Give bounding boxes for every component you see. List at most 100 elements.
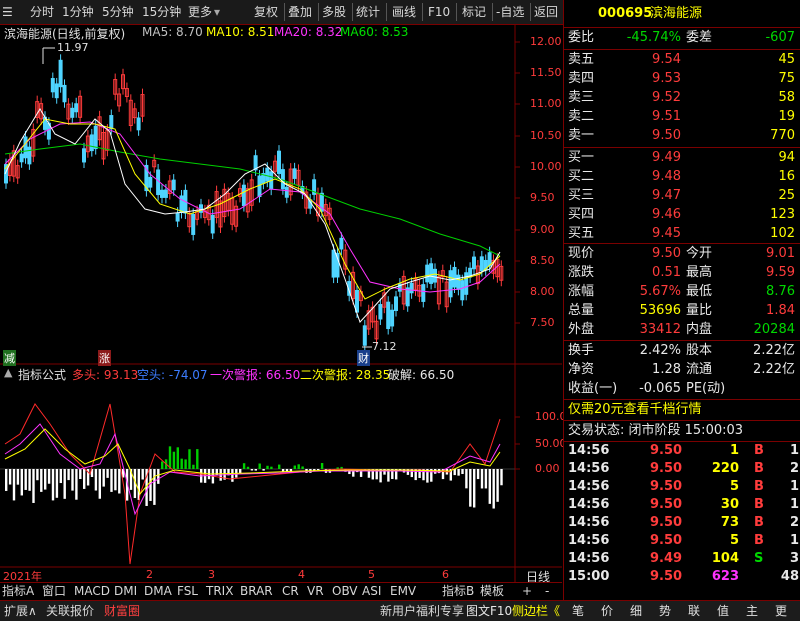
- bid-level[interactable]: 买五9.45102: [564, 224, 800, 244]
- chevron-down-icon[interactable]: ▾: [214, 4, 220, 20]
- weibi-row: 委比 -45.74% 委差 -607: [564, 28, 800, 48]
- ask-level[interactable]: 卖三9.5258: [564, 88, 800, 108]
- tick-row: 15:009.5062348: [564, 568, 800, 586]
- ask-level[interactable]: 卖二9.5119: [564, 107, 800, 127]
- bid-level[interactable]: 买一9.4994: [564, 148, 800, 168]
- stat-row: 涨幅5.67%最低8.76: [564, 282, 800, 302]
- toolbar-item-5min[interactable]: 5分钟: [102, 4, 134, 20]
- panel-tab[interactable]: 主: [746, 603, 758, 619]
- y-label: 11.00: [530, 97, 562, 110]
- tab-fsl[interactable]: FSL: [177, 583, 198, 599]
- promo-link[interactable]: 仅需20元查看千档行情: [564, 400, 800, 420]
- tab-cr[interactable]: CR: [282, 583, 299, 599]
- fin-row: 换手2.42%股本2.22亿: [564, 341, 800, 361]
- tag-cai[interactable]: 财: [357, 350, 370, 366]
- stock-name: 滨海能源: [650, 2, 702, 26]
- panel-tab[interactable]: 值: [717, 603, 729, 619]
- y-label: 11.50: [530, 66, 562, 79]
- tab-remove[interactable]: -: [545, 583, 549, 599]
- stat-row: 总量53696量比1.84: [564, 301, 800, 321]
- panel-tab[interactable]: 更: [775, 603, 787, 619]
- indicator-duotou: 多头: 93.13: [72, 366, 138, 383]
- indicator-collapse-icon[interactable]: ▲: [4, 366, 12, 379]
- bid-level[interactable]: 买二9.4816: [564, 167, 800, 187]
- tab-obv[interactable]: OBV: [332, 583, 358, 599]
- x-axis-month: 2: [146, 568, 153, 581]
- price-low-marker: 7.12: [372, 340, 397, 353]
- candlesticks: [5, 54, 503, 351]
- indicator-alarm2-line: [5, 429, 500, 494]
- tab-indicator-b[interactable]: 指标B: [442, 583, 474, 599]
- toolbar-item-more[interactable]: 更多: [188, 4, 212, 20]
- panel-tab[interactable]: 势: [659, 603, 671, 619]
- tab-dma[interactable]: DMA: [144, 583, 172, 599]
- ask-level[interactable]: 卖一9.50770: [564, 126, 800, 146]
- y-label: 8.00: [530, 285, 555, 298]
- tag-zhang[interactable]: 涨: [98, 350, 111, 366]
- status-sidebar[interactable]: 侧边栏《: [512, 603, 560, 619]
- x-axis-month: 5: [368, 568, 375, 581]
- bid-level[interactable]: 买三9.4725: [564, 186, 800, 206]
- trade-state: 交易状态: 闭市阶段 15:00:03: [564, 421, 800, 441]
- tag-jian[interactable]: 减: [3, 350, 16, 366]
- tab-dmi[interactable]: DMI: [114, 583, 137, 599]
- ma5-line: [5, 109, 500, 322]
- toolbar-item-duogu[interactable]: 多股: [322, 4, 346, 20]
- toolbar-item-back[interactable]: 返回: [534, 4, 558, 20]
- y-label: 9.50: [530, 191, 555, 204]
- tab-asi[interactable]: ASI: [362, 583, 381, 599]
- status-new-user[interactable]: 新用户福利专享: [380, 603, 464, 619]
- tab-brar[interactable]: BRAR: [240, 583, 273, 599]
- y-label: 8.50: [530, 254, 555, 267]
- status-wealth-circle[interactable]: 财富圈: [104, 603, 140, 619]
- indicator-histogram: [5, 446, 503, 508]
- tab-indicator-a[interactable]: 指标A: [2, 583, 34, 599]
- toolbar-item-diejia[interactable]: 叠加: [288, 4, 312, 20]
- panel-tab[interactable]: 细: [630, 603, 642, 619]
- x-axis-month: 6: [442, 568, 449, 581]
- kline-chart-area[interactable]: 滨海能源(日线,前复权) MA5: 8.70 MA10: 8.51 MA20: …: [0, 24, 562, 596]
- chart-svg: [0, 24, 562, 584]
- tab-emv[interactable]: EMV: [390, 583, 416, 599]
- status-f10[interactable]: 图文F10: [466, 603, 512, 619]
- indicator-duotou-line: [5, 404, 500, 564]
- panel-tab[interactable]: 笔: [572, 603, 584, 619]
- stat-row: 外盘33412内盘20284: [564, 320, 800, 340]
- chart-title: 滨海能源(日线,前复权): [4, 25, 125, 42]
- toolbar-item-biaoji[interactable]: 标记: [462, 4, 486, 20]
- ind-y-label: 100.0: [535, 410, 567, 423]
- y-label: 12.00: [530, 35, 562, 48]
- toolbar-item-15min[interactable]: 15分钟: [142, 4, 181, 20]
- status-related-quote[interactable]: 关联报价: [46, 603, 94, 619]
- toolbar-item-tongji[interactable]: 统计: [356, 4, 380, 20]
- tab-macd[interactable]: MACD: [74, 583, 110, 599]
- toolbar-item-1min[interactable]: 1分钟: [62, 4, 94, 20]
- tab-add[interactable]: +: [522, 583, 532, 599]
- x-axis-month: 3: [208, 568, 215, 581]
- tab-vr[interactable]: VR: [307, 583, 324, 599]
- toolbar-item-fuquan[interactable]: 复权: [254, 4, 278, 20]
- y-label: 9.00: [530, 223, 555, 236]
- tab-template[interactable]: 模板: [480, 583, 504, 599]
- tab-window[interactable]: 窗口: [42, 583, 66, 599]
- panel-tab[interactable]: 价: [601, 603, 613, 619]
- status-expand[interactable]: 扩展∧: [4, 603, 37, 619]
- toolbar-item-fenshi[interactable]: 分时: [30, 4, 54, 20]
- stock-header: 000695 滨海能源: [564, 2, 800, 26]
- fin-row: 收益(一)-0.065PE(动): [564, 379, 800, 399]
- toolbar-item-zixuan[interactable]: -自选: [496, 4, 524, 20]
- weicha-value: -607: [765, 28, 795, 48]
- ask-level[interactable]: 卖四9.5375: [564, 69, 800, 89]
- indicator-name[interactable]: 指标公式: [18, 366, 66, 383]
- bid-level[interactable]: 买四9.46123: [564, 205, 800, 225]
- toolbar-item-huaxian[interactable]: 画线: [392, 4, 416, 20]
- ask-level[interactable]: 卖五9.5445: [564, 50, 800, 70]
- indicator-tabs: 指标A 窗口 MACD DMI DMA FSL TRIX BRAR CR VR …: [0, 582, 562, 599]
- tick-row: 14:569.505B1: [564, 532, 800, 550]
- panel-tab[interactable]: 联: [688, 603, 700, 619]
- toolbar-menu-icon[interactable]: ☰: [2, 4, 13, 20]
- toolbar-item-f10[interactable]: F10: [428, 4, 450, 20]
- fin-row: 净资1.28流通2.22亿: [564, 360, 800, 380]
- indicator-alarm1: 一次警报: 66.50: [210, 366, 300, 383]
- tab-trix[interactable]: TRIX: [206, 583, 233, 599]
